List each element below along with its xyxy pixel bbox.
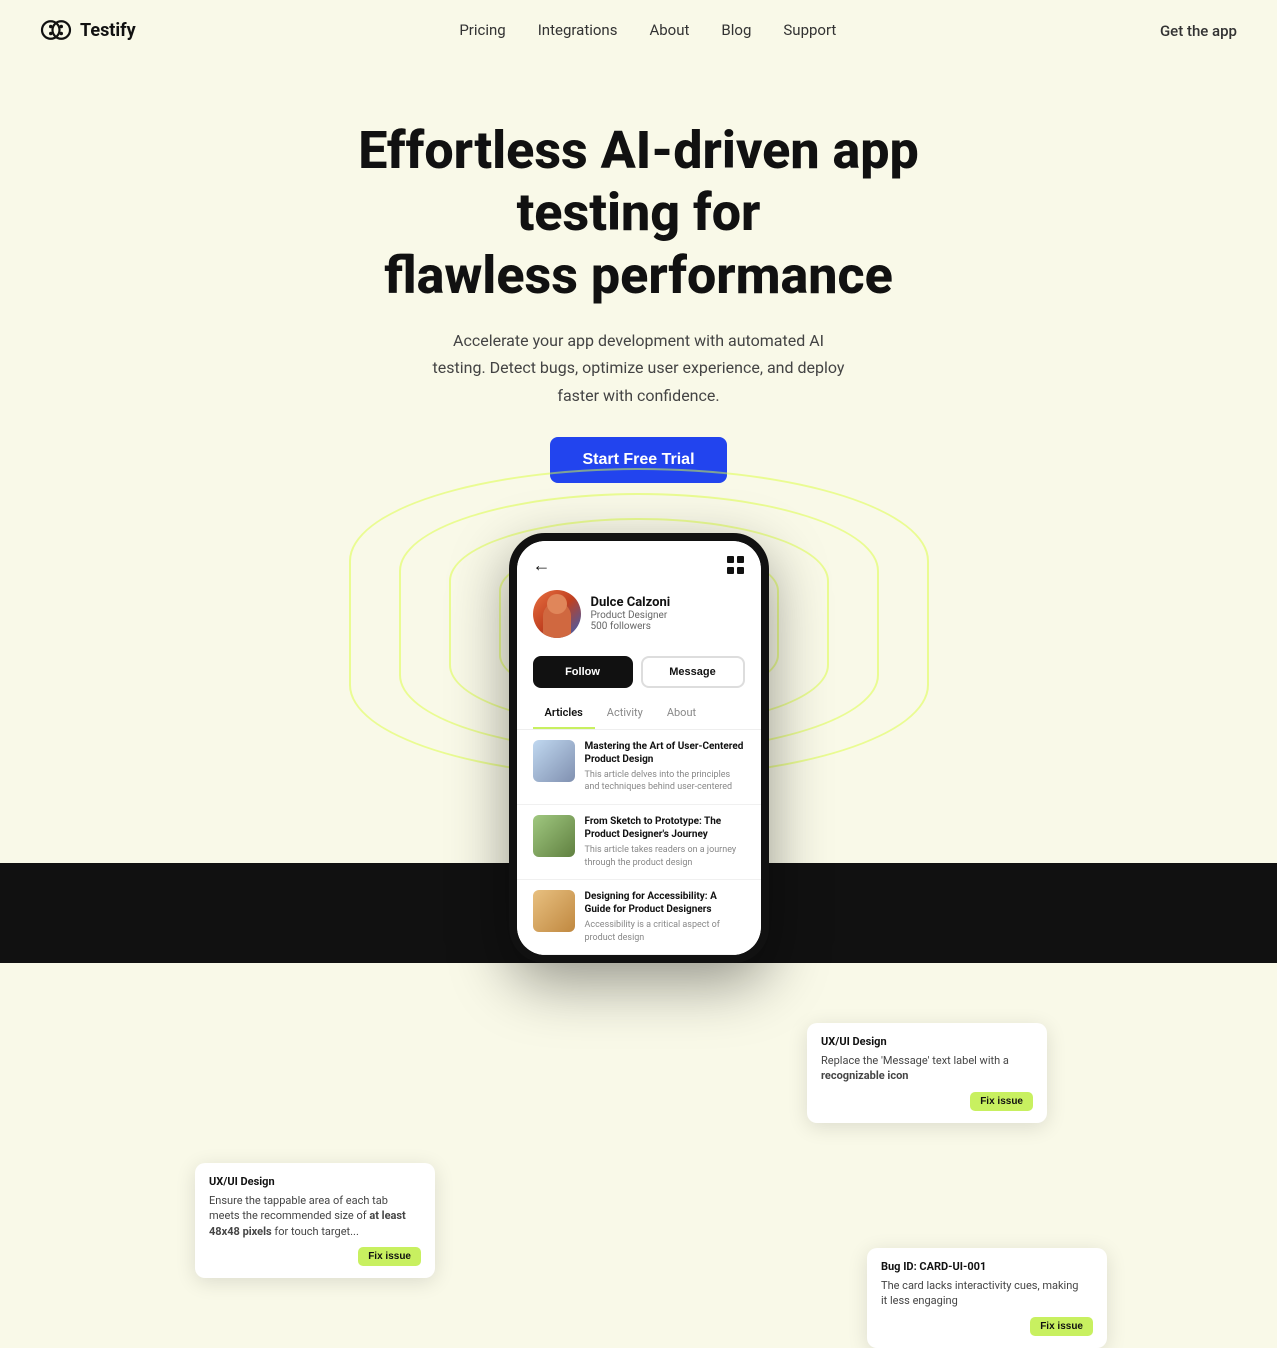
phone-screen: ← Dulce Calzoni Product Designer 500 fol… — [517, 541, 761, 956]
article-text-3: Designing for Accessibility: A Guide for… — [585, 890, 745, 944]
article-item-2: From Sketch to Prototype: The Product De… — [517, 805, 761, 880]
article-title-1: Mastering the Art of User-Centered Produ… — [585, 740, 745, 766]
tooltip-card-uxui-bottom: UX/UI Design Ensure the tappable area of… — [195, 1163, 435, 1278]
card-category-2: UX/UI Design — [209, 1175, 421, 1188]
nav-support[interactable]: Support — [783, 21, 836, 39]
phone-tabs: Articles Activity About — [517, 698, 761, 730]
nav-integrations[interactable]: Integrations — [538, 21, 618, 39]
logo-icon — [40, 16, 72, 44]
grid-icon[interactable] — [727, 556, 745, 574]
avatar — [533, 590, 581, 638]
back-arrow-icon[interactable]: ← — [533, 555, 551, 576]
nav-right: Get the app — [1160, 21, 1237, 40]
article-text-1: Mastering the Art of User-Centered Produ… — [585, 740, 745, 794]
card-category-3: Bug ID: CARD-UI-001 — [881, 1260, 1093, 1273]
fix-issue-button-2[interactable]: Fix issue — [358, 1247, 421, 1266]
card-text-2: Ensure the tappable area of each tab mee… — [209, 1193, 409, 1239]
articles-list: Mastering the Art of User-Centered Produ… — [517, 730, 761, 956]
card-text-3: The card lacks interactivity cues, makin… — [881, 1278, 1081, 1309]
phone-mockup: ← Dulce Calzoni Product Designer 500 fol… — [509, 533, 769, 964]
follow-button[interactable]: Follow — [533, 656, 633, 688]
article-item-3: Designing for Accessibility: A Guide for… — [517, 880, 761, 955]
article-desc-2: This article takes readers on a journey … — [585, 844, 745, 869]
article-title-3: Designing for Accessibility: A Guide for… — [585, 890, 745, 916]
get-app-link[interactable]: Get the app — [1160, 22, 1237, 40]
tooltip-card-bug: Bug ID: CARD-UI-001 The card lacks inter… — [867, 1248, 1107, 1348]
card-category-1: UX/UI Design — [821, 1035, 1033, 1048]
article-title-2: From Sketch to Prototype: The Product De… — [585, 815, 745, 841]
mockup-area: ← Dulce Calzoni Product Designer 500 fol… — [0, 533, 1277, 964]
tab-articles[interactable]: Articles — [533, 698, 595, 729]
hero-title: Effortless AI-driven app testing for fla… — [289, 120, 989, 307]
logo-text: Testify — [80, 20, 136, 41]
action-buttons: Follow Message — [517, 650, 761, 698]
card-text-1: Replace the 'Message' text label with a … — [821, 1053, 1021, 1084]
profile-info: Dulce Calzoni Product Designer 500 follo… — [591, 595, 745, 632]
nav-links: Pricing Integrations About Blog Support — [459, 21, 836, 39]
article-desc-3: Accessibility is a critical aspect of pr… — [585, 919, 745, 944]
profile-name: Dulce Calzoni — [591, 595, 745, 610]
hero-description: Accelerate your app development with aut… — [429, 327, 849, 409]
article-item-1: Mastering the Art of User-Centered Produ… — [517, 730, 761, 805]
fix-issue-button-3[interactable]: Fix issue — [1030, 1317, 1093, 1336]
fix-issue-button-1[interactable]: Fix issue — [970, 1092, 1033, 1111]
article-thumb-1 — [533, 740, 575, 782]
message-button[interactable]: Message — [641, 656, 745, 688]
article-thumb-2 — [533, 815, 575, 857]
profile-section: Dulce Calzoni Product Designer 500 follo… — [517, 584, 761, 650]
nav-pricing[interactable]: Pricing — [459, 21, 505, 39]
nav-blog[interactable]: Blog — [721, 21, 751, 39]
profile-followers: 500 followers — [591, 621, 745, 632]
tooltip-card-uxui-top: UX/UI Design Replace the 'Message' text … — [807, 1023, 1047, 1123]
avatar-figure — [543, 602, 571, 638]
tab-about[interactable]: About — [655, 698, 708, 729]
logo[interactable]: Testify — [40, 16, 136, 44]
nav-about[interactable]: About — [649, 21, 689, 39]
article-text-2: From Sketch to Prototype: The Product De… — [585, 815, 745, 869]
article-thumb-3 — [533, 890, 575, 932]
tab-activity[interactable]: Activity — [595, 698, 655, 729]
navigation: Testify Pricing Integrations About Blog … — [0, 0, 1277, 60]
phone-header: ← — [517, 541, 761, 584]
profile-title: Product Designer — [591, 610, 745, 621]
hero-section: Effortless AI-driven app testing for fla… — [0, 60, 1277, 503]
article-desc-1: This article delves into the principles … — [585, 769, 745, 794]
